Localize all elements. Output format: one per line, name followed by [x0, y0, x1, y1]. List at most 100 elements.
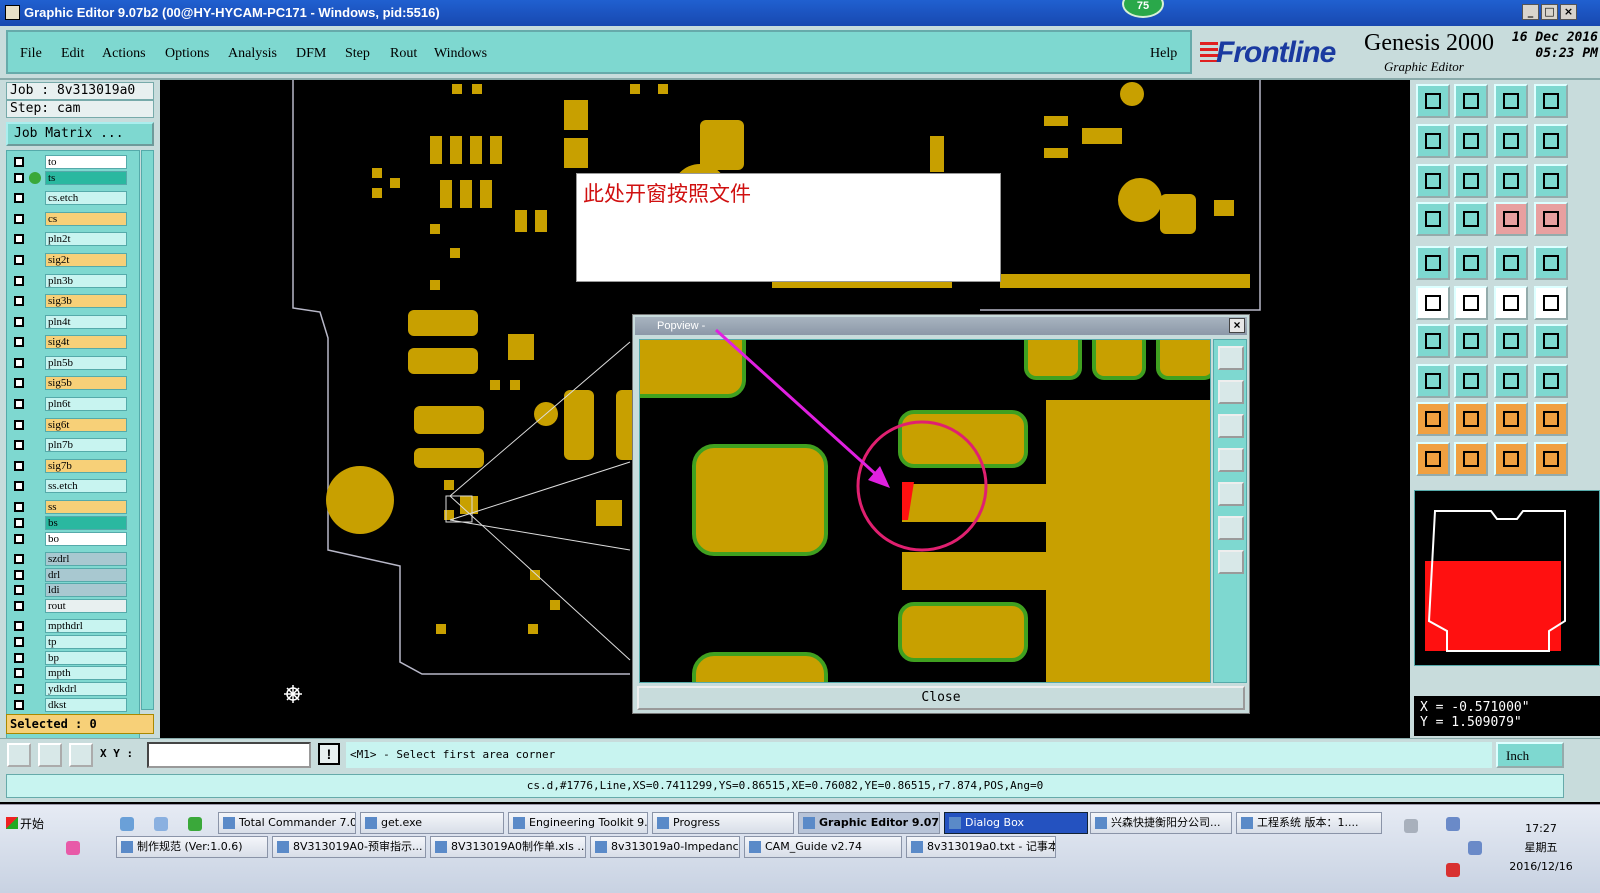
tool-icon[interactable] — [1534, 364, 1568, 398]
tool-icon[interactable] — [1534, 164, 1568, 198]
taskbar-button[interactable]: Engineering Toolkit 9.... — [508, 812, 648, 834]
taskbar-button[interactable]: Total Commander 7.0 ... — [218, 812, 356, 834]
tray-icon[interactable] — [1446, 863, 1460, 877]
tool-icon[interactable] — [1494, 202, 1528, 236]
tool-icon[interactable] — [1534, 246, 1568, 280]
feature-info: cs.d,#1776,Line,XS=0.7411299,YS=0.86515,… — [6, 774, 1564, 798]
tool-icon[interactable] — [1416, 286, 1450, 320]
tool-glyph-icon — [1543, 255, 1559, 271]
tool-icon[interactable] — [1534, 124, 1568, 158]
tool-glyph-icon — [1463, 211, 1479, 227]
quicklaunch-icon[interactable] — [154, 817, 168, 831]
quicklaunch-icon[interactable] — [66, 841, 80, 855]
taskbar-button[interactable]: get.exe — [360, 812, 504, 834]
taskbar-button[interactable]: Dialog Box — [944, 812, 1088, 834]
taskbar-button[interactable]: 兴森快捷衡阳分公司... — [1090, 812, 1232, 834]
tool-icon[interactable] — [1454, 286, 1488, 320]
tool-glyph-icon — [1503, 255, 1519, 271]
command-bar: X Y : ! <M1> - Select first area corner … — [0, 738, 1600, 770]
tool-glyph-icon — [1463, 133, 1479, 149]
tool-icon[interactable] — [1416, 246, 1450, 280]
volume-icon[interactable] — [1468, 841, 1482, 855]
tool-icon[interactable] — [1534, 324, 1568, 358]
tool-icon[interactable] — [1534, 286, 1568, 320]
minimap[interactable] — [1414, 490, 1600, 666]
tool-glyph-icon — [1425, 451, 1441, 467]
tool-icon[interactable] — [1494, 246, 1528, 280]
tool-glyph-icon — [1503, 411, 1519, 427]
tool-icon[interactable] — [1534, 84, 1568, 118]
alert-icon[interactable]: ! — [318, 743, 340, 765]
measure-icon[interactable] — [38, 743, 62, 767]
tool-icon[interactable] — [1416, 402, 1450, 436]
tray-icon[interactable] — [1446, 817, 1460, 831]
tool-icon[interactable] — [1494, 324, 1528, 358]
clock-day: 星期五 — [1524, 841, 1558, 854]
tool-glyph-icon — [1463, 451, 1479, 467]
tool-icon[interactable] — [1454, 442, 1488, 476]
tool-glyph-icon — [1425, 255, 1441, 271]
quicklaunch-icon[interactable] — [120, 817, 134, 831]
snap-icon[interactable] — [7, 743, 31, 767]
tool-glyph-icon — [1425, 411, 1441, 427]
clock-date: 2016/12/16 — [1509, 860, 1573, 873]
windows-taskbar: 开始 Total Commander 7.0 ...get.exeEnginee… — [0, 804, 1600, 893]
tool-icon[interactable] — [1494, 124, 1528, 158]
tool-glyph-icon — [1543, 211, 1559, 227]
tool-icon[interactable] — [1454, 202, 1488, 236]
tool-icon[interactable] — [1494, 286, 1528, 320]
taskbar-button[interactable]: Progress — [652, 812, 794, 834]
units-selector[interactable]: Inch — [1496, 742, 1564, 768]
taskbar-button[interactable]: 8v313019a0-Impedance ... — [590, 836, 740, 858]
tool-icon[interactable] — [1494, 364, 1528, 398]
tool-glyph-icon — [1425, 295, 1441, 311]
tool-icon[interactable] — [1454, 324, 1488, 358]
xy-label: X Y : — [100, 747, 134, 760]
tool-icon[interactable] — [1454, 364, 1488, 398]
taskbar-button[interactable]: Graphic Editor 9.07... — [798, 812, 940, 834]
tool-icon[interactable] — [1416, 202, 1450, 236]
tool-glyph-icon — [1503, 211, 1519, 227]
taskbar-button[interactable]: 8V313019A0-预审指示... — [272, 836, 426, 858]
tool-glyph-icon — [1425, 173, 1441, 189]
tool-icon[interactable] — [1454, 402, 1488, 436]
tool-glyph-icon — [1425, 133, 1441, 149]
tool-icon[interactable] — [1454, 246, 1488, 280]
tool-icon[interactable] — [1416, 442, 1450, 476]
tool-icon[interactable] — [1494, 84, 1528, 118]
xy-input[interactable] — [147, 742, 311, 768]
tool-glyph-icon — [1463, 295, 1479, 311]
tool-icon[interactable] — [1534, 402, 1568, 436]
tool-icon[interactable] — [1416, 164, 1450, 198]
taskbar-button[interactable]: CAM_Guide v2.74 — [744, 836, 902, 858]
tool-glyph-icon — [1503, 173, 1519, 189]
taskbar-button[interactable]: 8v313019a0.txt - 记事本 — [906, 836, 1056, 858]
tool-icon[interactable] — [1416, 84, 1450, 118]
tool-icon[interactable] — [1416, 124, 1450, 158]
tool-glyph-icon — [1463, 173, 1479, 189]
tool-icon[interactable] — [1416, 364, 1450, 398]
tool-icon[interactable] — [1494, 442, 1528, 476]
tool-icon[interactable] — [1454, 164, 1488, 198]
ie-icon[interactable] — [188, 817, 202, 831]
tool-glyph-icon — [1543, 411, 1559, 427]
tool-glyph-icon — [1425, 93, 1441, 109]
tool-icon[interactable] — [1534, 202, 1568, 236]
tool-icon[interactable] — [1494, 164, 1528, 198]
tool-icon[interactable] — [1454, 124, 1488, 158]
tool-icon[interactable] — [1416, 324, 1450, 358]
tool-icon[interactable] — [1534, 442, 1568, 476]
board-outline — [1425, 510, 1566, 652]
taskbar-button[interactable]: 8V313019A0制作单.xls ... — [430, 836, 586, 858]
taskbar-button[interactable]: 制作规范 (Ver:1.0.6) — [116, 836, 268, 858]
tool-icon[interactable] — [1454, 84, 1488, 118]
start-button[interactable]: 开始 — [2, 813, 54, 835]
clock[interactable]: 17:27 星期五 2016/12/16 — [1484, 819, 1598, 876]
tool-glyph-icon — [1543, 451, 1559, 467]
grid-icon[interactable] — [69, 743, 93, 767]
tray-icon[interactable] — [1404, 819, 1418, 833]
taskbar-button[interactable]: 工程系统 版本：1.... — [1236, 812, 1382, 834]
tool-icon[interactable] — [1494, 402, 1528, 436]
command-prompt: <M1> - Select first area corner — [346, 742, 1492, 768]
coord-x: X = -0.571000" — [1420, 700, 1530, 715]
